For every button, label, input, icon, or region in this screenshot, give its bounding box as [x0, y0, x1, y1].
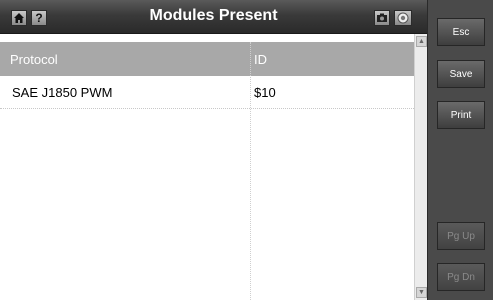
- column-header-id: ID: [254, 52, 267, 67]
- side-panel: Esc Save Print Pg Up Pg Dn: [427, 0, 493, 300]
- page-title: Modules Present: [149, 7, 278, 24]
- record-icon: [397, 12, 409, 24]
- table-row[interactable]: SAE J1850 PWM $10: [0, 76, 414, 109]
- esc-button[interactable]: Esc: [437, 18, 485, 46]
- save-button[interactable]: Save: [437, 60, 485, 88]
- print-button[interactable]: Print: [437, 101, 485, 129]
- record-button[interactable]: [394, 10, 412, 26]
- vertical-scrollbar[interactable]: ▲ ▼: [414, 34, 427, 300]
- camera-icon: [377, 13, 387, 22]
- column-header-protocol: Protocol: [10, 52, 58, 67]
- modules-table: Protocol ID SAE J1850 PWM $10: [0, 34, 414, 300]
- screenshot-button[interactable]: [374, 10, 390, 26]
- protocol-cell: SAE J1850 PWM: [12, 85, 113, 100]
- scroll-up-arrow[interactable]: ▲: [416, 36, 427, 47]
- table-header: Protocol ID: [0, 42, 414, 76]
- scroll-down-arrow[interactable]: ▼: [416, 287, 427, 298]
- page-down-button[interactable]: Pg Dn: [437, 263, 485, 291]
- page-up-button[interactable]: Pg Up: [437, 222, 485, 250]
- id-cell: $10: [254, 85, 276, 100]
- title-bar: ? Modules Present: [0, 0, 427, 34]
